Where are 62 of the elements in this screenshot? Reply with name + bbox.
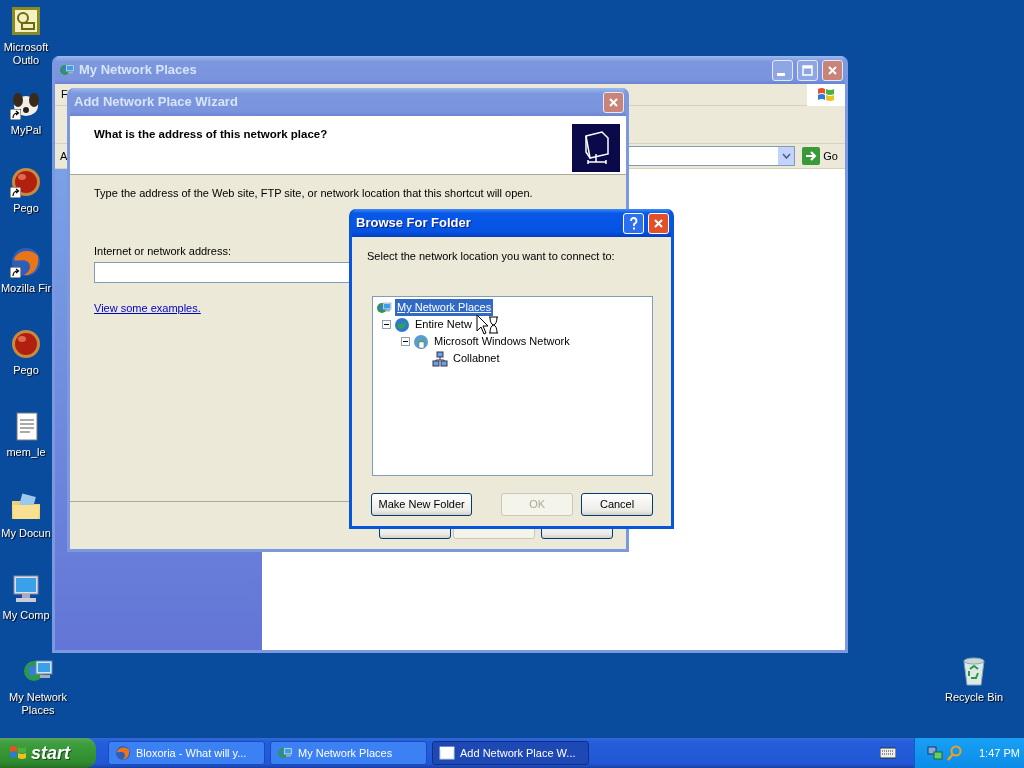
- desktop-icon-label[interactable]: MyPal: [0, 124, 52, 137]
- network-computers-icon: [432, 350, 448, 367]
- close-button[interactable]: [603, 91, 624, 113]
- taskbar-button[interactable]: My Network Places: [270, 741, 427, 765]
- go-button[interactable]: Go: [799, 147, 841, 165]
- window-title: Add Network Place Wizard: [74, 93, 239, 112]
- shortcut-arrow-icon: [10, 267, 21, 278]
- help-button[interactable]: [623, 212, 644, 234]
- clock: 1:47 PM: [979, 745, 1020, 761]
- expand-toggle[interactable]: [382, 320, 391, 329]
- window-title: My Network Places: [79, 61, 198, 80]
- desktop-icon-label[interactable]: My Network Places: [0, 691, 76, 717]
- expand-toggle[interactable]: [401, 337, 410, 346]
- network-computer-icon: [376, 299, 392, 316]
- globe-icon: [394, 316, 410, 333]
- windows-logo-icon: [816, 85, 836, 104]
- cancel-button[interactable]: Cancel: [581, 493, 653, 516]
- desktop-icon-label[interactable]: mem_le: [0, 446, 52, 459]
- orb-icon[interactable]: [10, 166, 42, 198]
- taskbar-button[interactable]: Add Network Place W...: [432, 741, 589, 765]
- caret-icon: [781, 153, 791, 159]
- window-title: Browse For Folder: [356, 214, 472, 233]
- folder-network-icon: [572, 124, 620, 172]
- shortcut-arrow-icon: [10, 109, 21, 120]
- dialog-prompt: Select the network location you want to connect to:: [366, 249, 616, 264]
- tree-item[interactable]: Collabnet: [451, 350, 502, 367]
- fox-globe-icon: [115, 745, 131, 761]
- network-computer-icon: [277, 745, 293, 761]
- desktop-icon-label[interactable]: Mozilla Fir: [0, 282, 52, 295]
- network-computer-icon: [59, 62, 75, 78]
- examples-link[interactable]: View some examples.: [94, 300, 201, 317]
- desktop-icon-label[interactable]: Pego: [0, 202, 52, 215]
- desktop-icon-label[interactable]: Recycle Bin: [936, 691, 1012, 704]
- tree-item[interactable]: Entire Netw: [413, 316, 474, 333]
- maximize-icon: [800, 62, 815, 78]
- taskbar-button[interactable]: Bloxoria - What will y...: [108, 741, 265, 765]
- menu-item[interactable]: F: [61, 86, 68, 103]
- computer-icon[interactable]: [10, 573, 42, 605]
- envelope-icon[interactable]: [10, 5, 42, 37]
- start-button[interactable]: start: [0, 738, 96, 768]
- shortcut-arrow-icon: [10, 187, 21, 198]
- new-folder-button[interactable]: Make New Folder: [371, 493, 473, 516]
- fox-globe-icon[interactable]: [10, 246, 42, 278]
- windows-logo-icon: [8, 744, 26, 762]
- tree-item[interactable]: My Network Places: [395, 299, 494, 316]
- desktop-icon-label[interactable]: My Docun: [0, 527, 52, 540]
- close-button[interactable]: [822, 59, 843, 81]
- wizard-description: Type the address of the Web site, FTP site, or network location that this shortcut will open.: [94, 186, 533, 201]
- tree-item[interactable]: Microsoft Windows Network: [432, 333, 572, 350]
- desktop-icon-label[interactable]: Pego: [0, 364, 52, 377]
- window-icon: [439, 745, 455, 761]
- busy-cursor-icon: [476, 314, 500, 336]
- desktop-icon-label[interactable]: My Comp: [0, 609, 52, 622]
- keyboard-icon[interactable]: [880, 747, 896, 759]
- network-icon[interactable]: [927, 745, 943, 761]
- address-label: A: [60, 148, 68, 164]
- desktop-icon-label[interactable]: Microsoft Outlo: [0, 41, 52, 67]
- minimize-icon: [776, 72, 785, 76]
- globe-icon: [413, 333, 429, 350]
- wizard-heading: What is the address of this network place?: [94, 127, 328, 142]
- dropdown-button[interactable]: [777, 147, 795, 165]
- field-label: Internet or network address:: [94, 243, 231, 259]
